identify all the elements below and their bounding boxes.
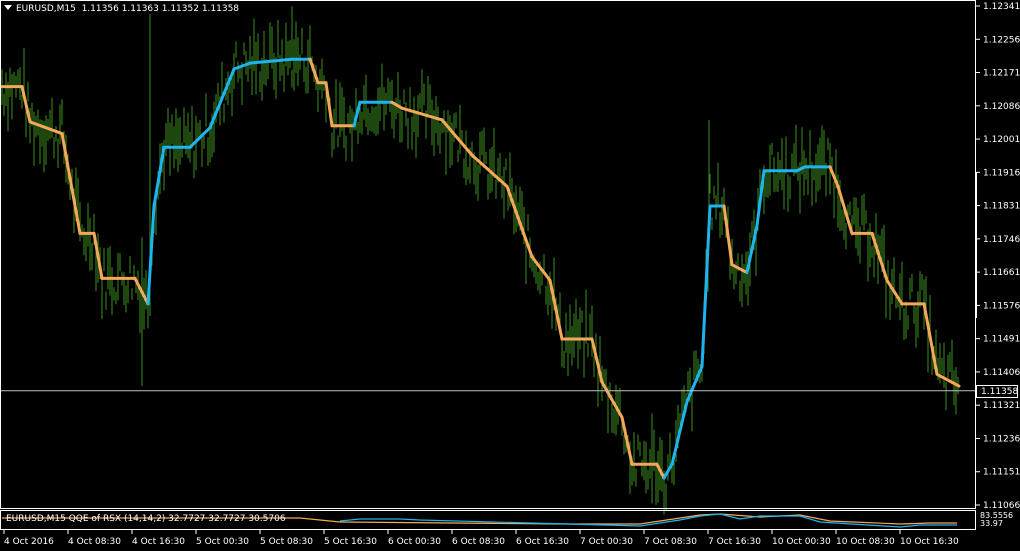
qqe-trend-line: [0, 57, 961, 480]
x-tick-label: 4 Oct 2016: [4, 537, 54, 547]
y-tick-label: 1.11916: [983, 168, 1020, 178]
y-tick-label: 1.11746: [983, 235, 1020, 245]
y-tick-label: 1.11491: [983, 335, 1020, 345]
trend-segment: [670, 400, 689, 466]
trend-segment: [352, 100, 362, 128]
chart-title: EURUSD,M15 1.11356 1.11363 1.11352 1.113…: [4, 3, 239, 15]
symbol-label: EURUSD,M15: [16, 4, 76, 14]
indicator-scale: 83.5556 33.97: [980, 512, 1013, 528]
trend-segment: [146, 204, 156, 306]
y-tick-label: 1.12086: [983, 102, 1020, 112]
x-tick-label: 7 Oct 16:30: [708, 537, 761, 547]
y-tick-label: 1.12341: [983, 2, 1020, 12]
x-tick-label: 4 Oct 16:30: [132, 537, 185, 547]
y-tick-label: 1.11151: [983, 468, 1020, 478]
indicator-fast-line: [339, 513, 957, 528]
x-tick-label: 6 Oct 08:30: [452, 537, 505, 547]
x-tick-label: 6 Oct 16:30: [516, 537, 569, 547]
quote-values: 1.11356 1.11363 1.11352 1.11358: [81, 4, 240, 14]
y-tick-label: 1.11576: [983, 301, 1020, 311]
trend-segment: [60, 132, 82, 235]
x-tick-label: 7 Oct 00:30: [580, 537, 633, 547]
x-tick-label: 5 Oct 08:30: [260, 537, 313, 547]
x-tick-label: 10 Oct 00:30: [772, 537, 831, 547]
y-tick-label: 1.12171: [983, 69, 1020, 79]
y-tick-label: 1.11406: [983, 368, 1020, 378]
x-tick-label: 10 Oct 08:30: [836, 537, 895, 547]
indicator-scale-bottom: 33.97: [980, 519, 1003, 528]
x-tick-label: 5 Oct 00:30: [196, 537, 249, 547]
y-tick-label: 1.11831: [983, 202, 1020, 212]
y-tick-label: 1.11321: [983, 401, 1020, 411]
x-tick-label: 7 Oct 08:30: [644, 537, 697, 547]
y-tick-label: 1.12256: [983, 35, 1020, 45]
main-chart-frame: [0, 0, 976, 509]
y-tick-label: 1.11066: [983, 501, 1020, 511]
price-bars: [1, 6, 959, 515]
trend-segment: [152, 145, 166, 208]
time-axis: 4 Oct 2016 4 Oct 08:30 4 Oct 16:30 5 Oct 00…: [3, 530, 959, 547]
price-axis: 1.12341 1.12256 1.12171 1.12086 1.12001 1.119…: [976, 2, 1020, 511]
indicator-label: EURUSD,M15 QQE of RSX (14,14,2) 32.7727 …: [6, 514, 286, 524]
x-tick-label: 6 Oct 00:30: [388, 537, 441, 547]
y-tick-label: 1.12001: [983, 135, 1020, 145]
x-tick-label: 4 Oct 08:30: [68, 537, 121, 547]
y-tick-label: 1.11661: [983, 268, 1020, 278]
x-tick-label: 5 Oct 16:30: [324, 537, 377, 547]
price-chart[interactable]: 1.12341 1.12256 1.12171 1.12086 1.12001 1.119…: [0, 0, 1020, 551]
dropdown-triangle-icon[interactable]: [4, 5, 12, 10]
x-tick-label: 10 Oct 16:30: [900, 537, 959, 547]
current-price-value: 1.11358: [981, 386, 1019, 397]
current-price-tag: 1.11358: [976, 384, 1019, 398]
trend-segment: [324, 81, 334, 128]
trend-segment: [530, 255, 552, 282]
trend-segment: [700, 204, 712, 368]
y-tick-label: 1.11236: [983, 434, 1020, 444]
